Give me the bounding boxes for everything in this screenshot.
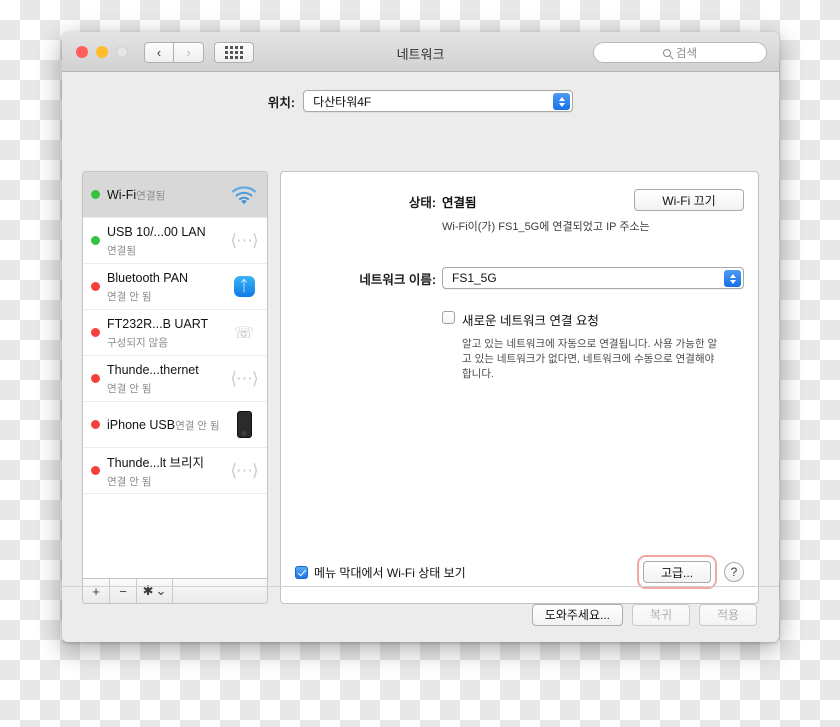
location-label: 위치: [268,92,295,111]
network-name-popup-button[interactable]: FS1_5G [442,267,744,289]
show-wifi-menubar-checkbox[interactable] [295,566,308,579]
ask-to-join-label: 새로운 네트워크 연결 요청 [462,310,599,329]
status-dot [91,374,100,383]
service-name: FT232R...B UART [107,317,208,331]
service-status: 연결 안 됨 [107,291,151,303]
service-row-7[interactable]: Thunde...lt 브리지연결 안 됨 ⟨⋯⟩ [83,448,267,494]
service-row-3[interactable]: Bluetooth PAN 연결 안 됨 ᛏ [83,264,267,310]
status-description: Wi-Fi이(가) FS1_5G에 연결되었고 IP 주소는 [442,218,744,234]
help-me-button[interactable]: 도와주세요... [532,604,623,626]
status-dot [91,236,100,245]
ethernet-icon: ⟨⋯⟩ [230,369,257,389]
panel-footer: 메뉴 막대에서 Wi-Fi 상태 보기 고급... ? [295,555,744,589]
revert-button[interactable]: 복귀 [632,604,690,626]
chevron-updown-icon [724,270,741,287]
ask-to-join-checkbox[interactable] [442,311,455,324]
ask-to-join-block: 새로운 네트워크 연결 요청 알고 있는 네트워크에 자동으로 연결됩니다. 사… [442,310,738,383]
service-icon [227,408,261,442]
status-dot [91,282,100,291]
advanced-button-highlight: 고급... [637,555,717,589]
service-name: Wi-Fi [107,188,136,202]
service-status: 연결 안 됨 [175,420,219,432]
iphone-icon [237,411,252,438]
wifi-icon [231,185,257,205]
service-icon: ⟨⋯⟩ [227,224,261,258]
service-name: iPhone USB [107,418,175,432]
apply-button[interactable]: 적용 [699,604,757,626]
modem-phone-icon: ☏ [234,323,254,343]
status-dot [91,466,100,475]
wifi-detail-panel: 상태: 연결됨 Wi-Fi 끄기 Wi-Fi이(가) FS1_5G에 연결되었고… [280,171,759,604]
service-name: Thunde...lt 브리지 [107,456,204,470]
service-row-5[interactable]: Thunde...thernet 연결 안 됨 ⟨⋯⟩ [83,356,267,402]
ask-to-join-checkbox-row[interactable]: 새로운 네트워크 연결 요청 [442,310,738,329]
location-popup-button[interactable]: 다산타워4F [303,90,573,112]
location-value: 다산타워4F [313,93,371,110]
service-icon: ☏ [227,316,261,350]
service-row-4[interactable]: FT232R...B UART 구성되지 않음 ☏ [83,310,267,356]
chevron-updown-icon [553,93,570,110]
wifi-toggle-button[interactable]: Wi-Fi 끄기 [634,189,744,211]
network-name-value: FS1_5G [452,271,497,285]
help-button[interactable]: ? [724,562,744,582]
status-dot [91,420,100,429]
status-value: 연결됨 [442,192,477,211]
network-name-row: 네트워크 이름: FS1_5G [281,267,744,289]
network-name-label: 네트워크 이름: [281,269,436,288]
window-footer: 도와주세요... 복귀 적용 [62,586,779,642]
service-row-2[interactable]: USB 10/...00 LAN 연결됨 ⟨⋯⟩ [83,218,267,264]
window-titlebar: ‹ › 네트워크 검색 [62,32,779,72]
service-status: 연결 안 됨 [107,476,151,488]
service-list-sidebar: Wi-Fi연결됨USB 10/...00 LAN연결됨⟨⋯⟩Bluetooth … [82,171,268,604]
search-input[interactable]: 검색 [593,42,767,63]
service-row-1[interactable]: Wi-Fi연결됨 [83,172,267,218]
bluetooth-icon: ᛏ [234,276,255,297]
content-body: Wi-Fi연결됨USB 10/...00 LAN연결됨⟨⋯⟩Bluetooth … [62,131,779,642]
service-status: 연결 안 됨 [107,383,151,395]
service-icon [227,178,261,212]
service-name: Thunde...thernet [107,363,199,377]
location-row: 위치: 다산타워4F [62,72,779,112]
service-icon: ⟨⋯⟩ [227,362,261,396]
status-dot [91,190,100,199]
ethernet-icon: ⟨⋯⟩ [230,231,257,251]
status-block: 상태: 연결됨 Wi-Fi 끄기 Wi-Fi이(가) FS1_5G에 연결되었고… [281,192,744,234]
advanced-button[interactable]: 고급... [643,561,711,583]
service-status: 연결됨 [136,190,165,202]
search-icon [663,49,671,57]
service-row-6[interactable]: iPhone USB연결 안 됨 [83,402,267,448]
search-placeholder: 검색 [676,45,697,61]
service-icon: ⟨⋯⟩ [227,454,261,488]
status-label: 상태: [281,192,436,211]
show-wifi-menubar-label: 메뉴 막대에서 Wi-Fi 상태 보기 [314,564,466,581]
ethernet-icon: ⟨⋯⟩ [230,461,257,481]
service-list: Wi-Fi연결됨USB 10/...00 LAN연결됨⟨⋯⟩Bluetooth … [83,172,267,578]
network-preferences-window: ‹ › 네트워크 검색 위치: 다산타워4F Wi-Fi연결됨USB 10/..… [62,32,779,642]
status-dot [91,328,100,337]
service-name: Bluetooth PAN [107,271,188,285]
service-status: 연결됨 [107,245,136,257]
ask-to-join-help-text: 알고 있는 네트워크에 자동으로 연결됩니다. 사용 가능한 알고 있는 네트워… [462,337,724,383]
service-icon: ᛏ [227,270,261,304]
service-status: 구성되지 않음 [107,337,168,349]
service-name: USB 10/...00 LAN [107,225,206,239]
show-wifi-menubar-row[interactable]: 메뉴 막대에서 Wi-Fi 상태 보기 [295,564,466,581]
